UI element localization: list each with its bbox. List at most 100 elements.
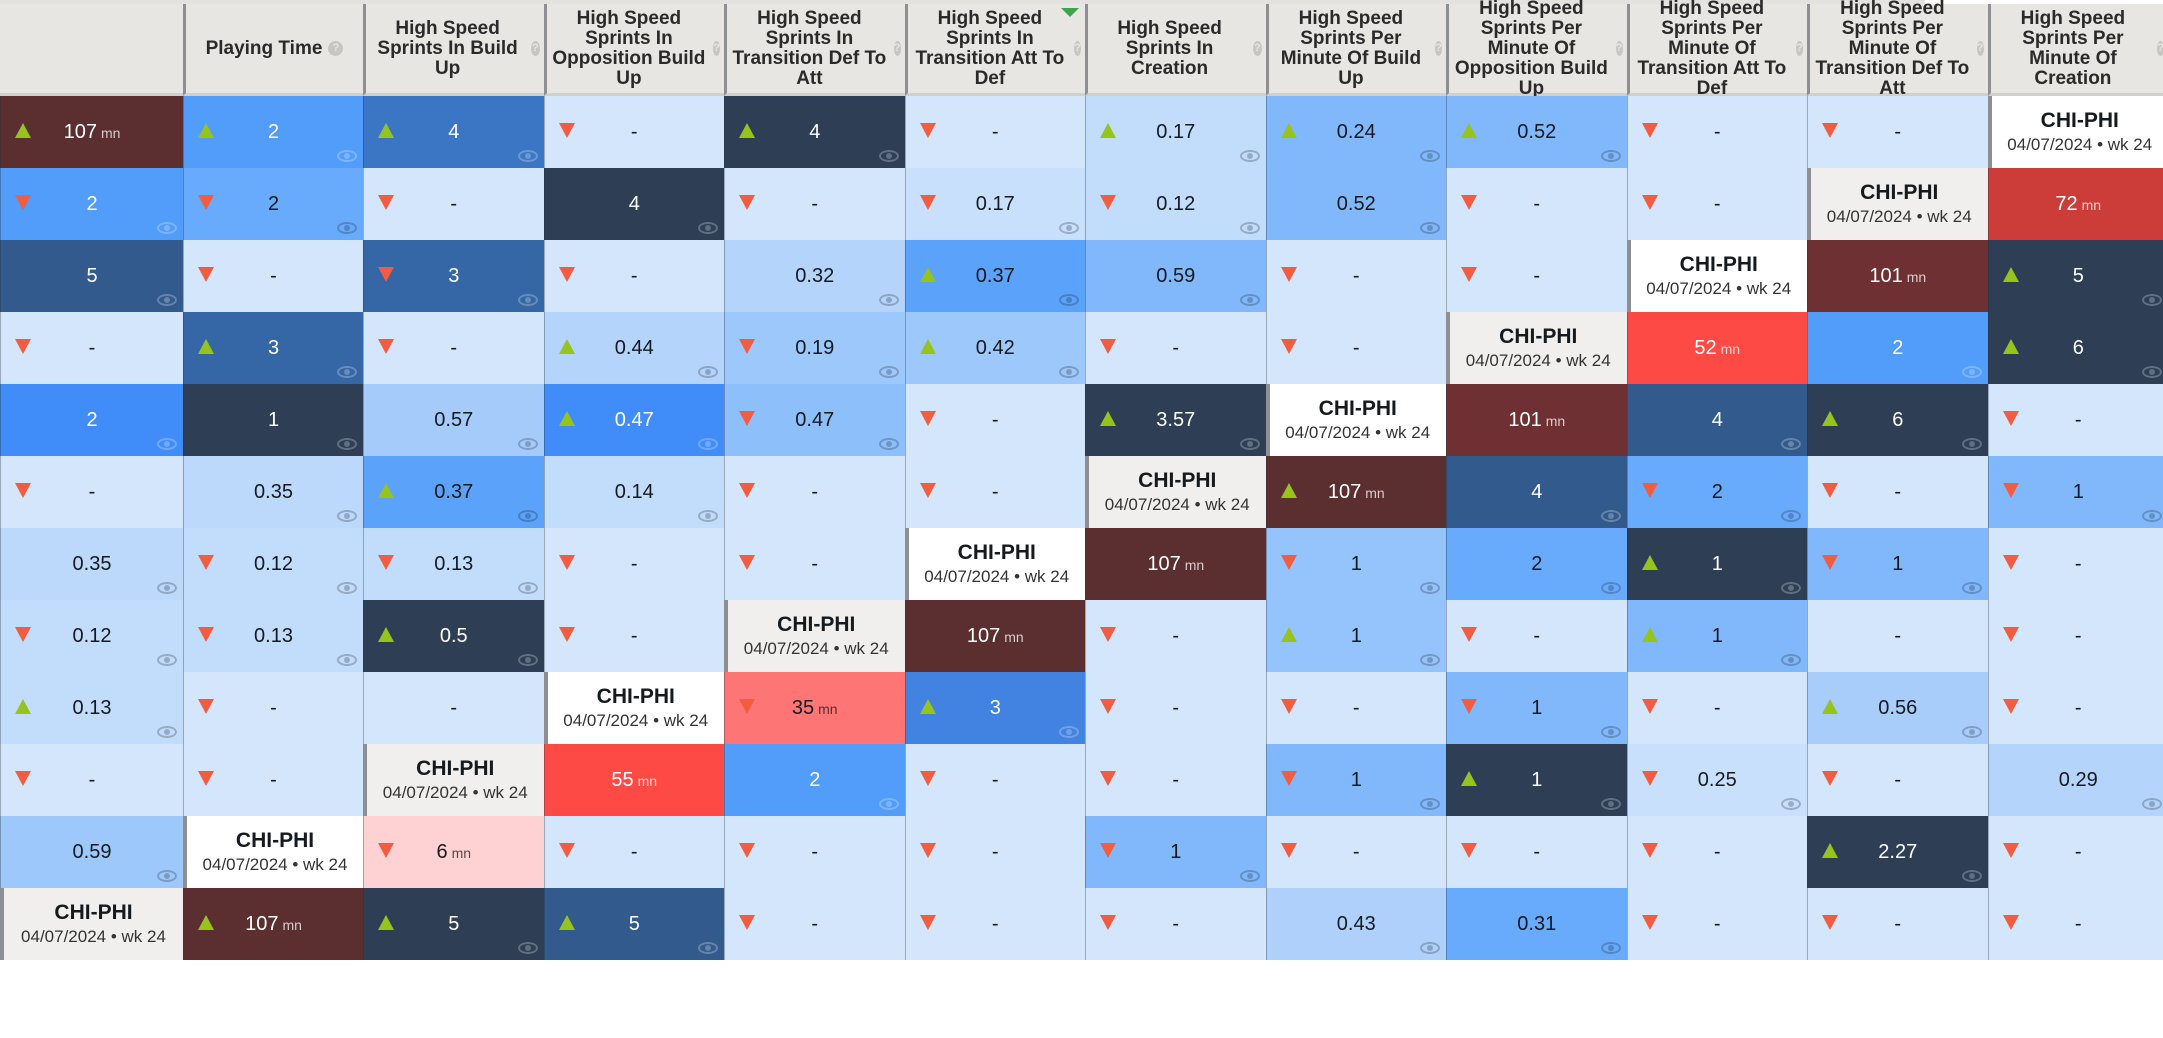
metric-cell[interactable]: 0.47 [543, 384, 724, 456]
eye-icon[interactable] [1059, 294, 1079, 306]
metric-cell[interactable]: 0.12 [183, 528, 363, 600]
metric-cell[interactable]: 4 [363, 96, 544, 168]
metric-cell[interactable]: - [1987, 816, 2163, 888]
eye-icon[interactable] [1600, 510, 1621, 522]
eye-icon[interactable] [337, 510, 357, 522]
help-icon[interactable]: ? [2157, 41, 2163, 56]
eye-icon[interactable] [1600, 798, 1621, 810]
metric-cell[interactable]: - [904, 456, 1085, 528]
metric-cell[interactable]: 0.42 [904, 312, 1085, 384]
column-header[interactable]: High Speed Sprints In Transition Def To … [724, 4, 905, 96]
metric-cell[interactable]: 2 [0, 384, 183, 456]
metric-cell[interactable]: 3 [183, 312, 363, 384]
playing-time-cell[interactable]: 6 mn [363, 816, 544, 888]
metric-cell[interactable]: 2 [1446, 528, 1627, 600]
eye-icon[interactable] [517, 582, 538, 594]
metric-cell[interactable]: 5 [0, 240, 183, 312]
help-icon[interactable]: ? [1796, 41, 1803, 56]
metric-cell[interactable]: - [1987, 384, 2163, 456]
eye-icon[interactable] [1781, 582, 1801, 594]
help-icon[interactable]: ? [1976, 41, 1984, 56]
eye-icon[interactable] [698, 942, 718, 954]
eye-icon[interactable] [337, 222, 357, 234]
eye-icon[interactable] [1420, 654, 1440, 666]
metric-cell[interactable]: - [1807, 456, 1988, 528]
help-icon[interactable]: ? [328, 41, 344, 56]
metric-cell[interactable]: 1 [1807, 528, 1988, 600]
metric-cell[interactable]: - [1807, 744, 1988, 816]
eye-icon[interactable] [878, 366, 899, 378]
metric-cell[interactable]: 0.25 [1626, 744, 1807, 816]
metric-cell[interactable]: 1 [1987, 456, 2163, 528]
metric-cell[interactable]: - [1085, 744, 1266, 816]
help-icon[interactable]: ? [531, 41, 540, 56]
eye-icon[interactable] [517, 294, 538, 306]
metric-cell[interactable]: 0.12 [1085, 168, 1266, 240]
row-label[interactable]: CHI-PHI 04/07/2024 • wk 24 [183, 816, 363, 888]
row-label[interactable]: CHI-PHI 04/07/2024 • wk 24 [724, 600, 905, 672]
eye-icon[interactable] [1961, 366, 1982, 378]
eye-icon[interactable] [1059, 726, 1079, 738]
metric-cell[interactable]: - [724, 168, 905, 240]
metric-cell[interactable]: - [1085, 312, 1266, 384]
metric-cell[interactable]: - [1626, 672, 1807, 744]
eye-icon[interactable] [1781, 798, 1801, 810]
eye-icon[interactable] [878, 798, 899, 810]
metric-cell[interactable]: - [1987, 528, 2163, 600]
metric-cell[interactable]: - [1085, 600, 1266, 672]
metric-cell[interactable]: - [1265, 816, 1446, 888]
metric-cell[interactable]: 1 [1626, 528, 1807, 600]
eye-icon[interactable] [1600, 942, 1621, 954]
metric-cell[interactable]: 0.31 [1446, 888, 1627, 960]
eye-icon[interactable] [1420, 942, 1440, 954]
metric-cell[interactable]: 0.17 [904, 168, 1085, 240]
metric-cell[interactable]: 0.5 [363, 600, 544, 672]
eye-icon[interactable] [2142, 510, 2162, 522]
metric-cell[interactable]: 0.24 [1265, 96, 1446, 168]
eye-icon[interactable] [1961, 870, 1982, 882]
metric-cell[interactable]: - [363, 672, 544, 744]
metric-cell[interactable]: - [1446, 168, 1627, 240]
column-header[interactable]: High Speed Sprints Per Minute Of Transit… [1626, 0, 1807, 98]
metric-cell[interactable]: 0.57 [363, 384, 544, 456]
help-icon[interactable]: ? [713, 41, 720, 56]
playing-time-cell[interactable]: 107 mn [183, 888, 363, 960]
eye-icon[interactable] [1239, 438, 1260, 450]
metric-cell[interactable]: - [1446, 600, 1627, 672]
eye-icon[interactable] [1961, 726, 1982, 738]
metric-cell[interactable]: 1 [183, 384, 363, 456]
metric-cell[interactable]: - [1446, 816, 1627, 888]
metric-cell[interactable]: - [1265, 240, 1446, 312]
metric-cell[interactable]: - [1626, 168, 1807, 240]
metric-cell[interactable]: - [904, 384, 1085, 456]
eye-icon[interactable] [1420, 150, 1440, 162]
eye-icon[interactable] [2142, 294, 2162, 306]
column-header[interactable]: High Speed Sprints In Transition Att To … [904, 4, 1085, 96]
column-header[interactable]: Playing Time? [183, 4, 363, 96]
metric-cell[interactable]: - [1446, 240, 1627, 312]
metric-cell[interactable]: - [1265, 672, 1446, 744]
metric-cell[interactable]: - [1626, 816, 1807, 888]
metric-cell[interactable]: 0.13 [0, 672, 183, 744]
eye-icon[interactable] [1239, 222, 1260, 234]
column-header[interactable]: High Speed Sprints Per Minute Of Build U… [1265, 4, 1446, 96]
metric-cell[interactable]: 0.37 [363, 456, 544, 528]
column-header[interactable]: High Speed Sprints In Build Up? [363, 4, 544, 96]
metric-cell[interactable]: - [543, 240, 724, 312]
metric-cell[interactable]: - [1987, 600, 2163, 672]
eye-icon[interactable] [1420, 222, 1440, 234]
eye-icon[interactable] [157, 582, 177, 594]
row-label[interactable]: CHI-PHI 04/07/2024 • wk 24 [543, 672, 724, 744]
playing-time-cell[interactable]: 101 mn [1446, 384, 1627, 456]
metric-cell[interactable]: - [724, 528, 905, 600]
metric-cell[interactable]: 0.17 [1085, 96, 1266, 168]
playing-time-cell[interactable]: 107 mn [1085, 528, 1266, 600]
metric-cell[interactable]: 2 [724, 744, 905, 816]
metric-cell[interactable]: - [1085, 888, 1266, 960]
metric-cell[interactable]: 1 [1085, 816, 1266, 888]
row-label[interactable]: CHI-PHI 04/07/2024 • wk 24 [1987, 96, 2163, 168]
metric-cell[interactable]: 1 [1265, 600, 1446, 672]
help-icon[interactable]: ? [1435, 41, 1442, 56]
eye-icon[interactable] [157, 726, 177, 738]
metric-cell[interactable]: - [543, 816, 724, 888]
